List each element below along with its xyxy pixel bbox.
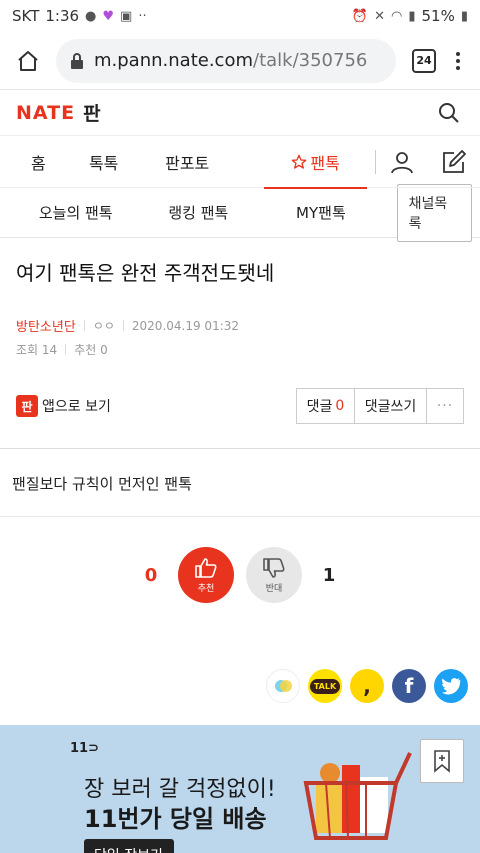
- channel-list-button[interactable]: 채널목록: [396, 183, 473, 242]
- views-label: 조회: [16, 343, 39, 357]
- kakaotalk-share-icon[interactable]: TALK: [308, 669, 342, 703]
- upvote-count: 0: [144, 564, 158, 586]
- ad-cta-button[interactable]: 당일 장보기: [84, 839, 174, 853]
- upvote-label: 추천: [197, 584, 215, 594]
- ad-brand-text: 11: [70, 741, 89, 756]
- bookmark-add-icon[interactable]: [420, 739, 464, 783]
- post-stats: 조회 14 추천 0: [16, 341, 464, 358]
- nav-fan-talk-label: 팬톡: [310, 153, 340, 173]
- comments-label: 댓글: [306, 399, 333, 415]
- nate-logo[interactable]: NATE: [16, 102, 75, 124]
- url-path: /talk/350756: [253, 50, 368, 71]
- article: 여기 팬톡은 완전 주객전도됏네 방탄소년단 ㅇㅇ 2020.04.19 01:…: [0, 238, 480, 424]
- mute-icon: ✕: [374, 8, 385, 24]
- thumbs-up-icon: [195, 558, 217, 578]
- nav-toktok[interactable]: 톡톡: [77, 136, 131, 188]
- write-icon[interactable]: [428, 136, 480, 188]
- twitter-share-icon[interactable]: [434, 669, 468, 703]
- open-in-app-button[interactable]: 판 앱으로 보기: [16, 395, 111, 417]
- comment-button-group: 댓글 0 댓글쓰기 ···: [296, 388, 464, 424]
- browser-menu-icon[interactable]: [446, 51, 470, 70]
- comment-count: 0: [335, 398, 345, 414]
- ad-brand-arrow-icon: ⊃: [88, 741, 99, 756]
- url-text: m.pann.nate.com/talk/350756: [94, 50, 367, 71]
- post-author: ㅇㅇ: [92, 319, 115, 333]
- facebook-share-icon[interactable]: f: [392, 669, 426, 703]
- lock-icon: [71, 52, 83, 69]
- home-icon[interactable]: [10, 43, 46, 79]
- pann-logo[interactable]: 판: [83, 99, 100, 126]
- meta-divider: [122, 320, 124, 331]
- open-in-app-label: 앱으로 보기: [42, 399, 111, 415]
- post-actions: 판 앱으로 보기 댓글 0 댓글쓰기 ···: [16, 388, 464, 424]
- subnav-ranking-fantalk[interactable]: 랭킹 팬톡: [151, 202, 245, 223]
- status-bar: SKT 1:36 ● ♥ ▣ ·· ⏰ ✕ ◠ ▮ 51% ▮: [0, 0, 480, 32]
- clock: 1:36: [45, 7, 80, 25]
- meta-divider: [83, 320, 85, 331]
- share-bar: TALK , f: [0, 669, 480, 703]
- recommend-label: 추천: [74, 343, 97, 357]
- ad-subheadline: 11번가 당일 배송: [84, 805, 267, 833]
- post-title: 여기 팬톡은 완전 주객전도됏네: [16, 261, 275, 285]
- subnav-today-fantalk[interactable]: 오늘의 팬톡: [0, 202, 151, 223]
- search-icon[interactable]: [434, 98, 464, 128]
- views-count: 14: [41, 342, 58, 357]
- comments-button[interactable]: 댓글 0: [297, 389, 355, 423]
- thumbs-down-icon: [263, 558, 285, 578]
- memo-icon: ▣: [120, 8, 133, 24]
- sub-nav: 오늘의 팬톡 랭킹 팬톡 MY팬톡 채널목록: [0, 183, 480, 242]
- alarm-icon: ⏰: [351, 8, 369, 24]
- signal-icon: ▮: [408, 8, 416, 24]
- battery-level: 51%: [421, 7, 455, 25]
- downvote-label: 반대: [265, 584, 283, 594]
- post-meta: 방탄소년단 ㅇㅇ 2020.04.19 01:32: [16, 316, 464, 336]
- address-bar[interactable]: m.pann.nate.com/talk/350756: [56, 38, 396, 83]
- pann-app-icon: 판: [16, 395, 38, 417]
- carrier: SKT: [12, 7, 40, 25]
- subnav-my-fantalk[interactable]: MY팬톡: [245, 202, 396, 223]
- notification-icon: ●: [85, 8, 97, 24]
- nav-fan-talk[interactable]: 팬톡: [262, 136, 370, 189]
- nav-home[interactable]: 홈: [0, 136, 77, 188]
- post-body: 팬질보다 규칙이 먼저인 팬톡: [0, 449, 480, 517]
- more-options-button[interactable]: ···: [427, 389, 463, 423]
- upvote-button[interactable]: 추천: [178, 547, 234, 603]
- share-other-icon[interactable]: [266, 669, 300, 703]
- recommend-count: 0: [100, 342, 108, 357]
- url-host: m.pann.nate.com: [94, 50, 253, 71]
- main-nav: 홈 톡톡 판포토 팬톡: [0, 136, 480, 189]
- heart-icon: ♥: [102, 8, 115, 24]
- user-icon[interactable]: [376, 136, 428, 188]
- shopping-cart-icon: [303, 752, 412, 840]
- ad-banner[interactable]: 11⊃ 장 보러 갈 걱정없이! 11번가 당일 배송 당일 장보기: [0, 725, 480, 853]
- battery-icon: ▮: [460, 8, 468, 24]
- ad-brand-logo: 11⊃: [70, 741, 99, 756]
- tab-switcher-button[interactable]: 24: [412, 48, 436, 73]
- nav-pann-photo[interactable]: 판포토: [131, 136, 244, 188]
- downvote-button[interactable]: 반대: [246, 547, 302, 603]
- star-icon: [292, 154, 307, 169]
- write-comment-button[interactable]: 댓글쓰기: [355, 389, 427, 423]
- wifi-icon: ◠: [391, 8, 403, 24]
- post-channel[interactable]: 방탄소년단: [16, 316, 76, 335]
- vote-section: 0 추천 반대 1: [0, 547, 480, 603]
- meta-divider: [65, 344, 67, 355]
- kakaostory-share-icon[interactable]: ,: [350, 669, 384, 703]
- post-datetime: 2020.04.19 01:32: [131, 318, 240, 333]
- kakaotalk-label: TALK: [309, 678, 341, 694]
- downvote-count: 1: [322, 564, 336, 586]
- site-header: NATE 판: [0, 90, 480, 136]
- more-notifications-icon: ··: [138, 8, 147, 24]
- browser-toolbar: m.pann.nate.com/talk/350756 24: [0, 32, 480, 90]
